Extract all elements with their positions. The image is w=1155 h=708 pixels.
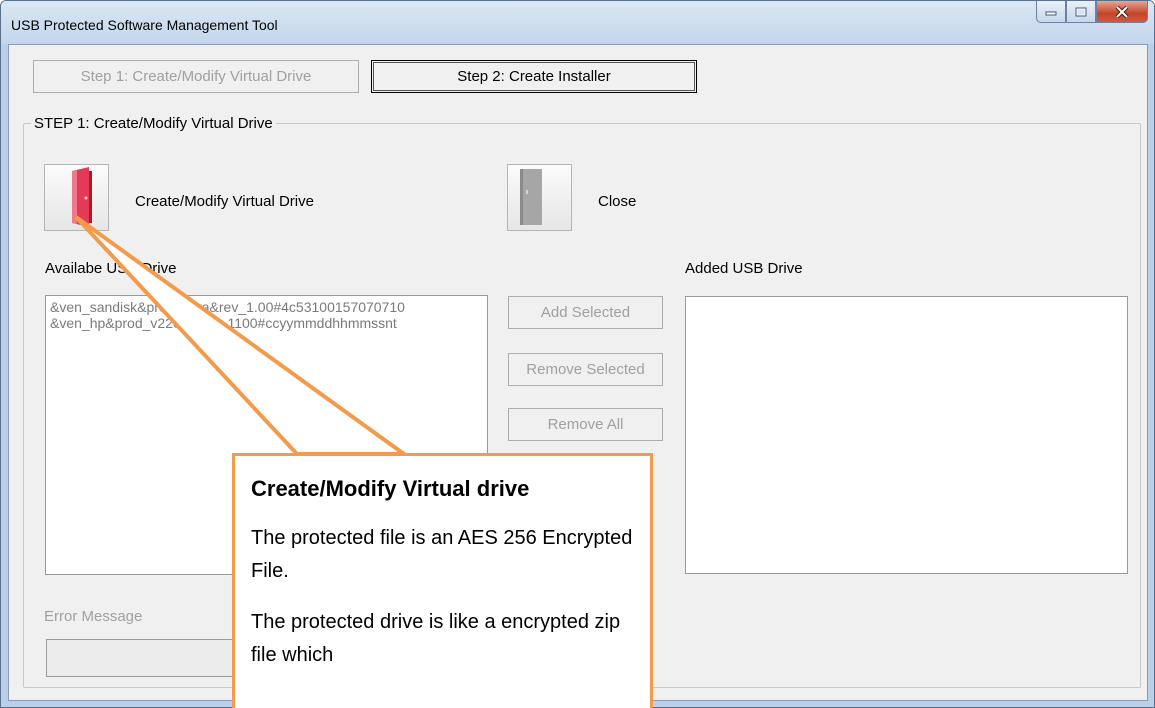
callout-title: Create/Modify Virtual drive	[251, 476, 530, 501]
create-virtual-drive-button[interactable]	[44, 164, 109, 231]
annotation-callout: Create/Modify Virtual drive The protecte…	[232, 453, 653, 708]
added-drive-list[interactable]	[685, 296, 1128, 574]
maximize-button[interactable]	[1066, 1, 1096, 23]
list-item[interactable]: &ven_sandisk&prod_ultra&rev_1.00#4c53100…	[46, 299, 487, 315]
added-drive-label: Added USB Drive	[685, 260, 803, 277]
remove-all-button[interactable]: Remove All	[508, 408, 663, 441]
close-icon	[1115, 5, 1129, 18]
callout-paragraph-2: The protected drive is like a encrypted …	[251, 611, 621, 666]
add-selected-button[interactable]: Add Selected	[508, 296, 663, 329]
maximize-icon	[1075, 7, 1087, 16]
minimize-icon	[1045, 11, 1057, 15]
callout-paragraph-1: The protected file is an AES 256 Encrypt…	[251, 527, 633, 582]
remove-selected-button[interactable]: Remove Selected	[508, 353, 663, 386]
available-drive-label: Availabe USB Drive	[45, 260, 177, 277]
close-button[interactable]	[507, 164, 572, 231]
create-virtual-drive-label: Create/Modify Virtual Drive	[135, 193, 314, 210]
window-controls	[1036, 1, 1148, 25]
step2-button[interactable]: Step 2: Create Installer	[371, 60, 697, 93]
error-message-field	[46, 639, 236, 677]
gray-door-icon	[520, 169, 542, 225]
error-message-label: Error Message	[44, 608, 143, 625]
minimize-button[interactable]	[1036, 1, 1066, 23]
red-door-icon	[72, 167, 92, 227]
groupbox-label: STEP 1: Create/Modify Virtual Drive	[31, 115, 276, 132]
window-title: USB Protected Software Management Tool	[11, 17, 278, 33]
list-item[interactable]: &ven_hp&prod_v220w&rev_1100#ccyymmddhhmm…	[46, 315, 487, 331]
close-label: Close	[598, 193, 637, 210]
title-bar[interactable]: USB Protected Software Management Tool	[1, 1, 1154, 44]
step1-button[interactable]: Step 1: Create/Modify Virtual Drive	[33, 60, 359, 93]
close-window-button[interactable]	[1096, 1, 1148, 23]
